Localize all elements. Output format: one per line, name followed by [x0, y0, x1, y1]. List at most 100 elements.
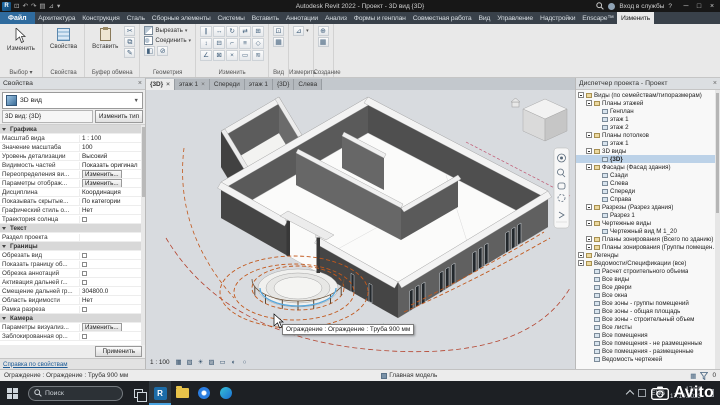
- properties-toggle-button[interactable]: Свойства: [47, 26, 80, 52]
- property-row[interactable]: Параметры отображ... Изменить...: [0, 179, 145, 188]
- browser-item[interactable]: 3D виды: [576, 147, 720, 155]
- measure-button[interactable]: ⊿ ▾: [293, 26, 309, 36]
- browser-item[interactable]: Ведомость чертежей: [576, 355, 720, 363]
- browser-item[interactable]: Планы потолков: [576, 131, 720, 139]
- collapse-icon[interactable]: [2, 226, 6, 230]
- active-model-selector[interactable]: Главная модель: [381, 372, 437, 379]
- array-icon[interactable]: ⊞: [252, 26, 265, 37]
- detail-level-icon[interactable]: ▦: [174, 357, 184, 367]
- view-tab[interactable]: этаж 1 ×: [244, 79, 273, 90]
- browser-item[interactable]: Все помещения - не размещенные: [576, 339, 720, 347]
- browser-item[interactable]: Слева: [576, 179, 720, 187]
- match-properties-icon[interactable]: ✎: [124, 48, 136, 58]
- property-row[interactable]: Рамка разреза: [0, 305, 145, 314]
- browser-item[interactable]: Спереди: [576, 187, 720, 195]
- maximize-icon[interactable]: □: [693, 1, 705, 12]
- checkbox[interactable]: [82, 306, 87, 312]
- ribbon-tab[interactable]: Надстройки: [537, 12, 579, 24]
- expand-icon[interactable]: [586, 132, 592, 138]
- phase-icon[interactable]: ≋: [252, 50, 265, 61]
- browser-item[interactable]: {3D}: [576, 155, 720, 163]
- expand-icon[interactable]: [578, 252, 584, 258]
- expand-icon[interactable]: [586, 236, 592, 242]
- property-value[interactable]: Показать оригинал: [80, 162, 145, 169]
- close-panel-icon[interactable]: ×: [713, 80, 717, 87]
- delete-icon[interactable]: ×: [226, 50, 239, 61]
- expand-icon[interactable]: [586, 164, 592, 170]
- browser-item[interactable]: Планы зонирования (Всего по зданию): [576, 235, 720, 243]
- pin-icon[interactable]: ∠: [200, 50, 213, 61]
- ribbon-tab[interactable]: Сборные элементы: [148, 12, 214, 24]
- browser-button[interactable]: [193, 381, 215, 405]
- property-row[interactable]: Траектория солнца: [0, 215, 145, 224]
- property-row[interactable]: Область видимости Нет: [0, 296, 145, 305]
- property-value[interactable]: Нет: [80, 207, 145, 214]
- edit-type-button[interactable]: Изменить тип: [95, 110, 143, 123]
- expand-icon[interactable]: [586, 244, 592, 250]
- property-row[interactable]: Графический стиль о... Нет: [0, 206, 145, 215]
- browser-item[interactable]: Все помещения: [576, 331, 720, 339]
- help-icon[interactable]: ?: [668, 3, 672, 10]
- demolish-icon[interactable]: ⊘: [157, 46, 169, 56]
- property-row[interactable]: Активация дальней г...: [0, 278, 145, 287]
- move-icon[interactable]: ↔: [213, 26, 226, 37]
- close-icon[interactable]: ×: [706, 1, 718, 12]
- browser-item[interactable]: Все зоны - строительный объем: [576, 315, 720, 323]
- search-icon[interactable]: [596, 2, 605, 10]
- checkbox[interactable]: [82, 279, 87, 285]
- mirror-icon[interactable]: ⇄: [239, 26, 252, 37]
- browser-item[interactable]: Планы зонирования (Группы помещений): [576, 243, 720, 251]
- view-tab[interactable]: Слева ×: [294, 79, 323, 90]
- file-menu-button[interactable]: Файл: [0, 12, 35, 24]
- property-value[interactable]: Изменить...: [80, 323, 145, 331]
- drawing-area[interactable]: Ограждение : Ограждение : Труба 900 мм 1…: [146, 90, 575, 369]
- editable-only-icon[interactable]: ▦: [690, 372, 696, 380]
- viewcube[interactable]: [522, 98, 568, 142]
- cut-to-clipboard-icon[interactable]: ✂: [124, 26, 136, 36]
- collapse-icon[interactable]: [2, 127, 6, 131]
- ribbon-tab[interactable]: Архитектура: [35, 12, 79, 24]
- apply-button[interactable]: Применить: [95, 346, 142, 357]
- property-value[interactable]: [80, 279, 145, 285]
- property-value[interactable]: Изменить...: [80, 179, 145, 187]
- property-value[interactable]: [80, 216, 145, 222]
- taskbar-search[interactable]: Поиск: [28, 385, 123, 401]
- copy-icon[interactable]: ⧉: [124, 37, 136, 47]
- shadows-icon[interactable]: ▨: [207, 357, 217, 367]
- qat-dropdown-icon[interactable]: ▾: [57, 2, 60, 11]
- browser-item[interactable]: Планы этажей: [576, 99, 720, 107]
- ribbon-tab[interactable]: Enscape™: [579, 12, 618, 24]
- checkbox[interactable]: [82, 261, 87, 267]
- view-tab[interactable]: {3D} ×: [146, 79, 175, 90]
- property-row[interactable]: Видимость частей Показать оригинал: [0, 161, 145, 170]
- properties-help-link[interactable]: Справка по свойствам: [0, 358, 145, 369]
- browser-item[interactable]: Сзади: [576, 171, 720, 179]
- browser-item[interactable]: Все помещения - размещенные: [576, 347, 720, 355]
- offset-icon[interactable]: ↕: [200, 38, 213, 49]
- property-value[interactable]: По категории: [80, 198, 145, 205]
- expand-icon[interactable]: [586, 220, 592, 226]
- view-scale-button[interactable]: 1 : 100: [150, 359, 170, 366]
- crop-view-icon[interactable]: ▭: [218, 357, 228, 367]
- browser-item[interactable]: Все двери: [576, 283, 720, 291]
- browser-item[interactable]: этаж 1: [576, 139, 720, 147]
- measure-icon[interactable]: ⊿: [49, 2, 54, 11]
- print-icon[interactable]: ▤: [39, 2, 45, 11]
- override-graphics-icon[interactable]: ▦: [273, 37, 285, 47]
- view-tab[interactable]: {3D} ×: [272, 79, 295, 90]
- create-group-icon[interactable]: ⊕: [317, 26, 329, 36]
- property-row[interactable]: Параметры визуализ... Изменить...: [0, 323, 145, 332]
- ribbon-tab[interactable]: Конструкция: [79, 12, 123, 24]
- collapse-icon[interactable]: [2, 316, 6, 320]
- group-icon[interactable]: ▭: [239, 50, 252, 61]
- ribbon-tab[interactable]: Сталь: [123, 12, 148, 24]
- expand-icon[interactable]: [586, 204, 592, 210]
- create-assembly-icon[interactable]: ▦: [317, 37, 329, 47]
- property-value[interactable]: [80, 270, 145, 276]
- hide-element-icon[interactable]: ⊡: [273, 26, 285, 36]
- expand-icon[interactable]: [586, 148, 592, 154]
- property-row[interactable]: Смещение дальней гр... 304800.0: [0, 287, 145, 296]
- properties-scrollbar[interactable]: [141, 125, 145, 345]
- temporary-hide-icon[interactable]: ◐: [229, 357, 239, 367]
- unpin-icon[interactable]: ⊠: [213, 50, 226, 61]
